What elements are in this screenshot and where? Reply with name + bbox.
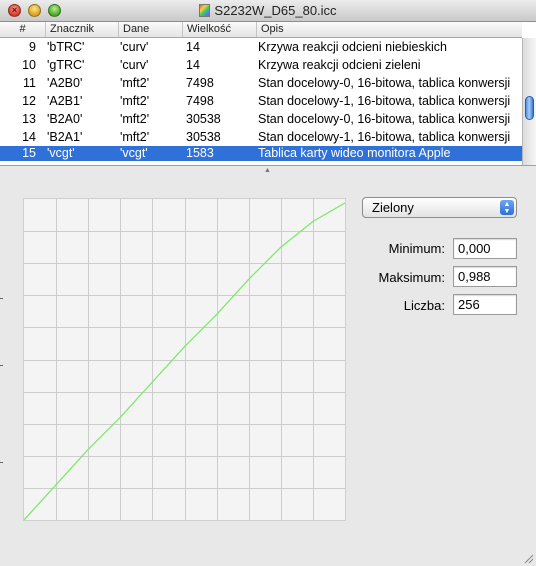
column-header-size[interactable]: Wielkość	[182, 22, 256, 37]
cell-number: 13	[22, 112, 36, 126]
cell-number: 10	[22, 58, 36, 72]
table-scrollbar[interactable]	[522, 38, 536, 165]
cell-tag: 'A2B1'	[47, 94, 83, 108]
table-row[interactable]: 10 'gTRC' 'curv' 14 Krzywa reakcji odcieni z…	[0, 56, 522, 74]
splitter-handle-icon[interactable]: ▲	[264, 167, 271, 174]
cell-description: Krzywa reakcji odcieni zieleni	[258, 58, 421, 72]
cell-description: Stan docelowy-0, 16-bitowa, tablica konw…	[258, 112, 511, 126]
split-view-divider[interactable]: ▲	[0, 165, 536, 175]
curve-graph	[23, 198, 346, 521]
table-row[interactable]: 12 'A2B1' 'mft2' 7498 Stan docelowy-1, 16-bi…	[0, 92, 522, 110]
cell-data-type: 'mft2'	[120, 94, 150, 108]
cell-data-type: 'mft2'	[120, 76, 150, 90]
cell-description: Tablica karty wideo monitora Apple	[258, 146, 451, 160]
cell-description: Stan docelowy-1, 16-bitowa, tablica konw…	[258, 94, 511, 108]
cell-tag: 'B2A0'	[47, 112, 83, 126]
window-title: S2232W_D65_80.icc	[0, 3, 536, 18]
cell-tag: 'vcgt'	[47, 146, 75, 160]
cell-description: Stan docelowy-0, 16-bitowa, tablica konw…	[258, 76, 511, 90]
cell-size: 30538	[186, 130, 221, 144]
title-bar: × S2232W_D65_80.icc	[0, 0, 536, 22]
cell-data-type: 'curv'	[120, 58, 149, 72]
cell-description: Stan docelowy-1, 16-bitowa, tablica konw…	[258, 130, 511, 144]
cell-description: Krzywa reakcji odcieni niebieskich	[258, 40, 447, 54]
edge-tick	[0, 365, 3, 366]
cell-size: 14	[186, 40, 200, 54]
channel-select-value: Zielony	[372, 200, 414, 215]
table-row[interactable]: 14 'B2A1' 'mft2' 30538 Stan docelowy-1, 16-b…	[0, 128, 522, 146]
table-header: # Znacznik Dane Wielkość Opis	[0, 22, 522, 38]
table-row[interactable]: 11 'A2B0' 'mft2' 7498 Stan docelowy-0, 16-bi…	[0, 74, 522, 92]
chevron-up-down-icon: ▲ ▼	[500, 200, 514, 215]
cell-size: 14	[186, 58, 200, 72]
window-title-text: S2232W_D65_80.icc	[214, 3, 337, 18]
channel-select[interactable]: Zielony ▲ ▼	[362, 197, 517, 218]
maximum-field[interactable]: 0,988	[453, 266, 517, 287]
minimum-field[interactable]: 0,000	[453, 238, 517, 259]
column-header-tag[interactable]: Znacznik	[45, 22, 118, 37]
cell-tag: 'A2B0'	[47, 76, 83, 90]
cell-number: 9	[29, 40, 36, 54]
column-header-number[interactable]: #	[0, 22, 45, 37]
minimum-label: Minimum:	[388, 241, 445, 256]
scrollbar-thumb[interactable]	[525, 96, 534, 120]
count-field[interactable]: 256	[453, 294, 517, 315]
cell-number: 12	[22, 94, 36, 108]
cell-size: 30538	[186, 112, 221, 126]
curve-line-green	[24, 202, 345, 520]
resize-grip-icon[interactable]	[522, 552, 534, 564]
table-row[interactable]: 15 'vcgt' 'vcgt' 1583 Tablica karty wideo mo…	[0, 146, 522, 161]
cell-size: 7498	[186, 94, 214, 108]
cell-number: 11	[23, 76, 36, 90]
cell-tag: 'gTRC'	[47, 58, 85, 72]
cell-number: 15	[22, 146, 36, 160]
cell-size: 7498	[186, 76, 214, 90]
column-header-description[interactable]: Opis	[256, 22, 522, 37]
cell-tag: 'B2A1'	[47, 130, 83, 144]
cell-data-type: 'curv'	[120, 40, 149, 54]
maximum-label: Maksimum:	[378, 270, 445, 285]
cell-data-type: 'mft2'	[120, 130, 150, 144]
curve-plot	[24, 199, 345, 520]
table-row[interactable]: 13 'B2A0' 'mft2' 30538 Stan docelowy-0, 16-b…	[0, 110, 522, 128]
column-header-data[interactable]: Dane	[118, 22, 182, 37]
edge-tick	[0, 298, 3, 299]
cell-data-type: 'mft2'	[120, 112, 150, 126]
cell-tag: 'bTRC'	[47, 40, 85, 54]
cell-number: 14	[22, 130, 36, 144]
tag-table: # Znacznik Dane Wielkość Opis 9 'bTRC' 'cu…	[0, 22, 536, 165]
cell-data-type: 'vcgt'	[120, 146, 148, 160]
color-profile-document-icon	[199, 4, 211, 17]
edge-tick	[0, 462, 3, 463]
cell-size: 1583	[186, 146, 214, 160]
count-label: Liczba:	[403, 298, 445, 313]
table-row[interactable]: 9 'bTRC' 'curv' 14 Krzywa reakcji odcieni ni…	[0, 38, 522, 56]
